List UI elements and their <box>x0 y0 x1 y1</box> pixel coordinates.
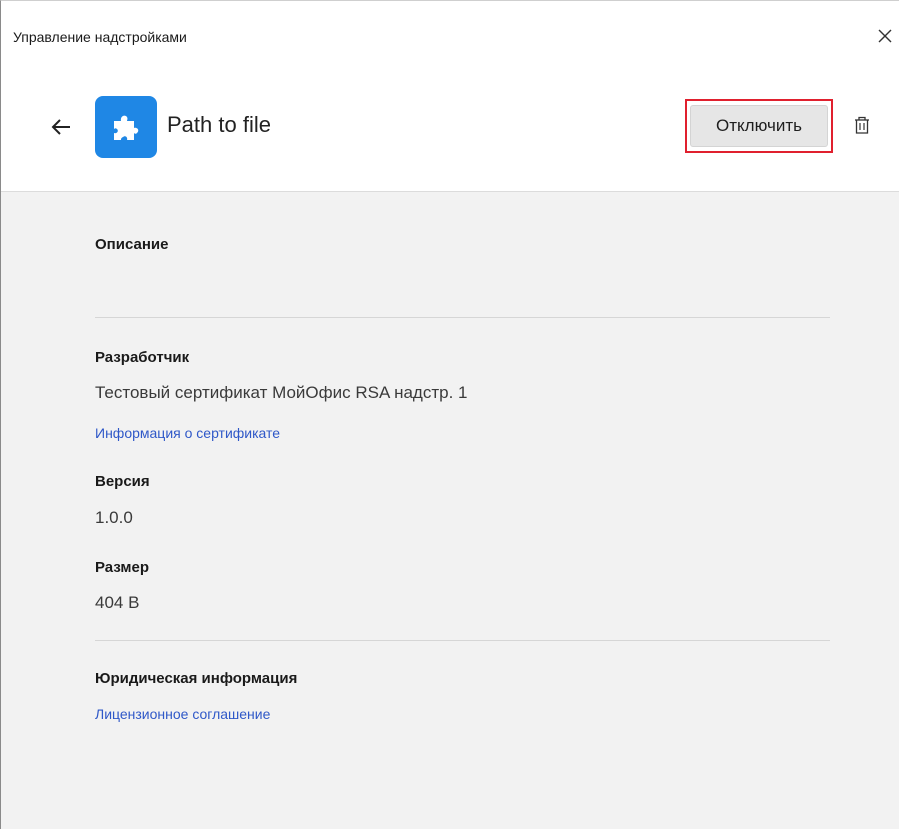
developer-label: Разработчик <box>95 349 190 366</box>
arrow-left-icon <box>51 119 70 135</box>
legal-info-label: Юридическая информация <box>95 670 298 687</box>
close-button[interactable] <box>871 23 899 49</box>
disable-button[interactable]: Отключить <box>690 105 828 147</box>
window-title: Управление надстройками <box>13 29 187 45</box>
size-value: 404 B <box>95 593 140 612</box>
divider <box>95 640 830 641</box>
addon-manager-window: Управление надстройками Path to file Отк… <box>0 0 899 829</box>
addon-header: Path to file Отключить <box>1 83 899 179</box>
puzzle-piece-icon <box>114 115 139 140</box>
certificate-info-link[interactable]: Информация о сертификате <box>95 425 280 441</box>
addon-details-panel: Описание Разработчик Тестовый сертификат… <box>1 191 899 829</box>
addon-icon-tile <box>95 96 157 158</box>
license-agreement-link[interactable]: Лицензионное соглашение <box>95 706 270 722</box>
trash-icon <box>855 116 869 134</box>
delete-button[interactable] <box>850 113 874 139</box>
divider <box>95 317 830 318</box>
size-label: Размер <box>95 559 150 576</box>
description-label: Описание <box>95 236 169 253</box>
close-icon <box>878 29 892 43</box>
addon-name: Path to file <box>167 112 271 137</box>
version-label: Версия <box>95 473 150 490</box>
back-button[interactable] <box>47 113 75 141</box>
version-value: 1.0.0 <box>95 508 133 527</box>
developer-value: Тестовый сертификат МойОфис RSA надстр. … <box>95 383 468 402</box>
